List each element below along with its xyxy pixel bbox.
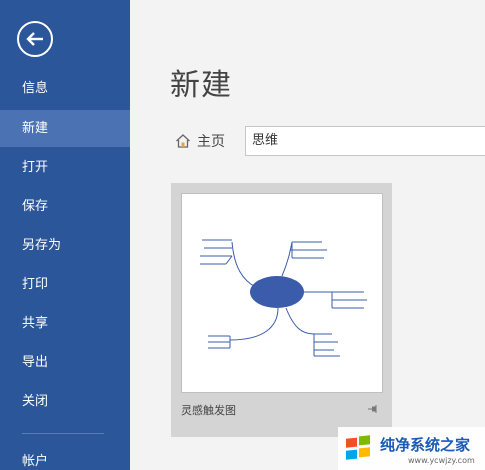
nav-divider xyxy=(22,433,104,434)
site-watermark: 纯净系统之家 www.ycwjzy.com xyxy=(338,427,485,470)
watermark-title: 纯净系统之家 xyxy=(380,436,471,454)
page-title: 新建 xyxy=(170,68,232,103)
nav-share[interactable]: 共享 xyxy=(0,305,130,342)
template-search-input[interactable]: 思维 xyxy=(245,126,485,156)
nav-export[interactable]: 导出 xyxy=(0,344,130,381)
mind-map-thumbnail xyxy=(181,193,383,393)
nav-save[interactable]: 保存 xyxy=(0,188,130,225)
arrow-left-icon xyxy=(26,32,43,46)
home-icon[interactable] xyxy=(175,133,191,149)
nav-print[interactable]: 打印 xyxy=(0,266,130,303)
nav-save-as[interactable]: 另存为 xyxy=(0,227,130,264)
home-link[interactable]: 主页 xyxy=(197,131,225,151)
nav-close[interactable]: 关闭 xyxy=(0,383,130,420)
pin-icon[interactable] xyxy=(367,403,379,415)
nav-info[interactable]: 信息 xyxy=(0,70,130,107)
main-panel: 新建 主页 思维 灵感触发图 xyxy=(130,0,485,470)
nav-new[interactable]: 新建 xyxy=(0,110,130,147)
mind-map-diagram xyxy=(200,239,367,357)
nav-account[interactable]: 帐户 xyxy=(0,443,130,470)
nav-open[interactable]: 打开 xyxy=(0,149,130,186)
windows-logo-icon xyxy=(346,435,370,460)
back-button[interactable] xyxy=(17,21,53,57)
template-name: 灵感触发图 xyxy=(181,404,236,417)
watermark-url: www.ycwjzy.com xyxy=(408,456,475,465)
template-card-mind-map[interactable]: 灵感触发图 xyxy=(171,183,392,437)
backstage-sidebar: 信息 新建 打开 保存 另存为 打印 共享 导出 关闭 帐户 xyxy=(0,0,130,470)
